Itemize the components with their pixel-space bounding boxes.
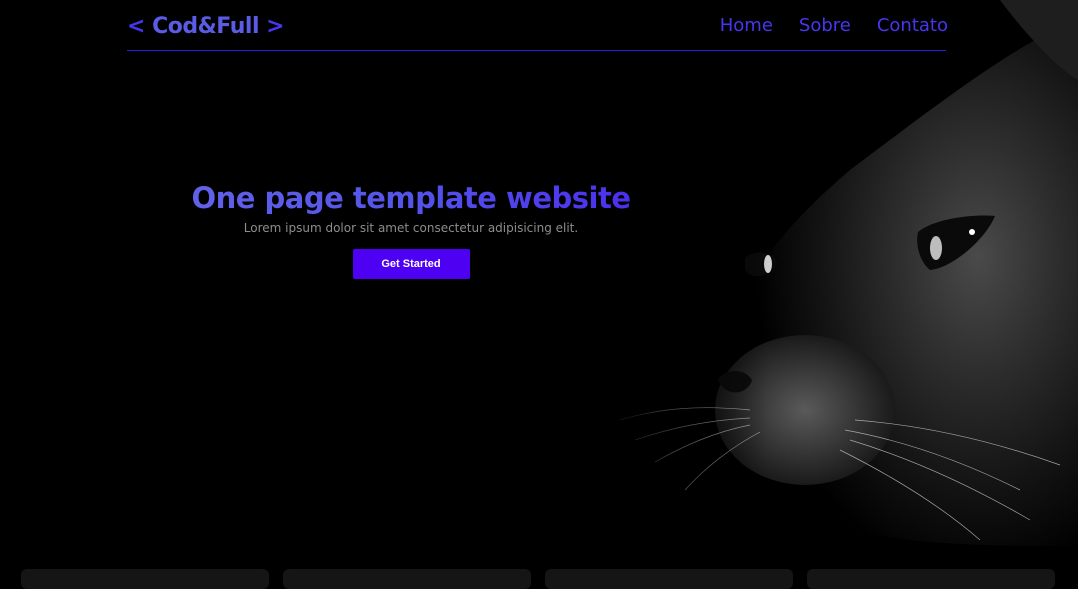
- nav-link-contato[interactable]: Contato: [877, 15, 948, 36]
- get-started-button[interactable]: Get Started: [352, 249, 470, 279]
- nav-link-home[interactable]: Home: [720, 15, 773, 36]
- feature-card[interactable]: [545, 569, 793, 589]
- hero-title: One page template website: [170, 181, 652, 215]
- feature-card[interactable]: [807, 569, 1055, 589]
- hero-content: One page template website Lorem ipsum do…: [170, 181, 652, 279]
- hero-section: < Cod&Full > Home Sobre Contato One page…: [0, 0, 1078, 546]
- logo-open-bracket: <: [127, 14, 145, 39]
- nav-link-sobre[interactable]: Sobre: [799, 15, 851, 36]
- feature-card[interactable]: [21, 569, 269, 589]
- top-navbar: < Cod&Full > Home Sobre Contato: [127, 0, 948, 51]
- logo-close-bracket: >: [266, 14, 285, 39]
- cat-image: [600, 0, 1078, 546]
- feature-card[interactable]: [283, 569, 531, 589]
- logo-text: Cod&Full: [152, 14, 259, 39]
- main-nav: Home Sobre Contato: [720, 15, 948, 36]
- hero-subtitle: Lorem ipsum dolor sit amet consectetur a…: [243, 221, 579, 235]
- logo[interactable]: < Cod&Full >: [127, 14, 285, 39]
